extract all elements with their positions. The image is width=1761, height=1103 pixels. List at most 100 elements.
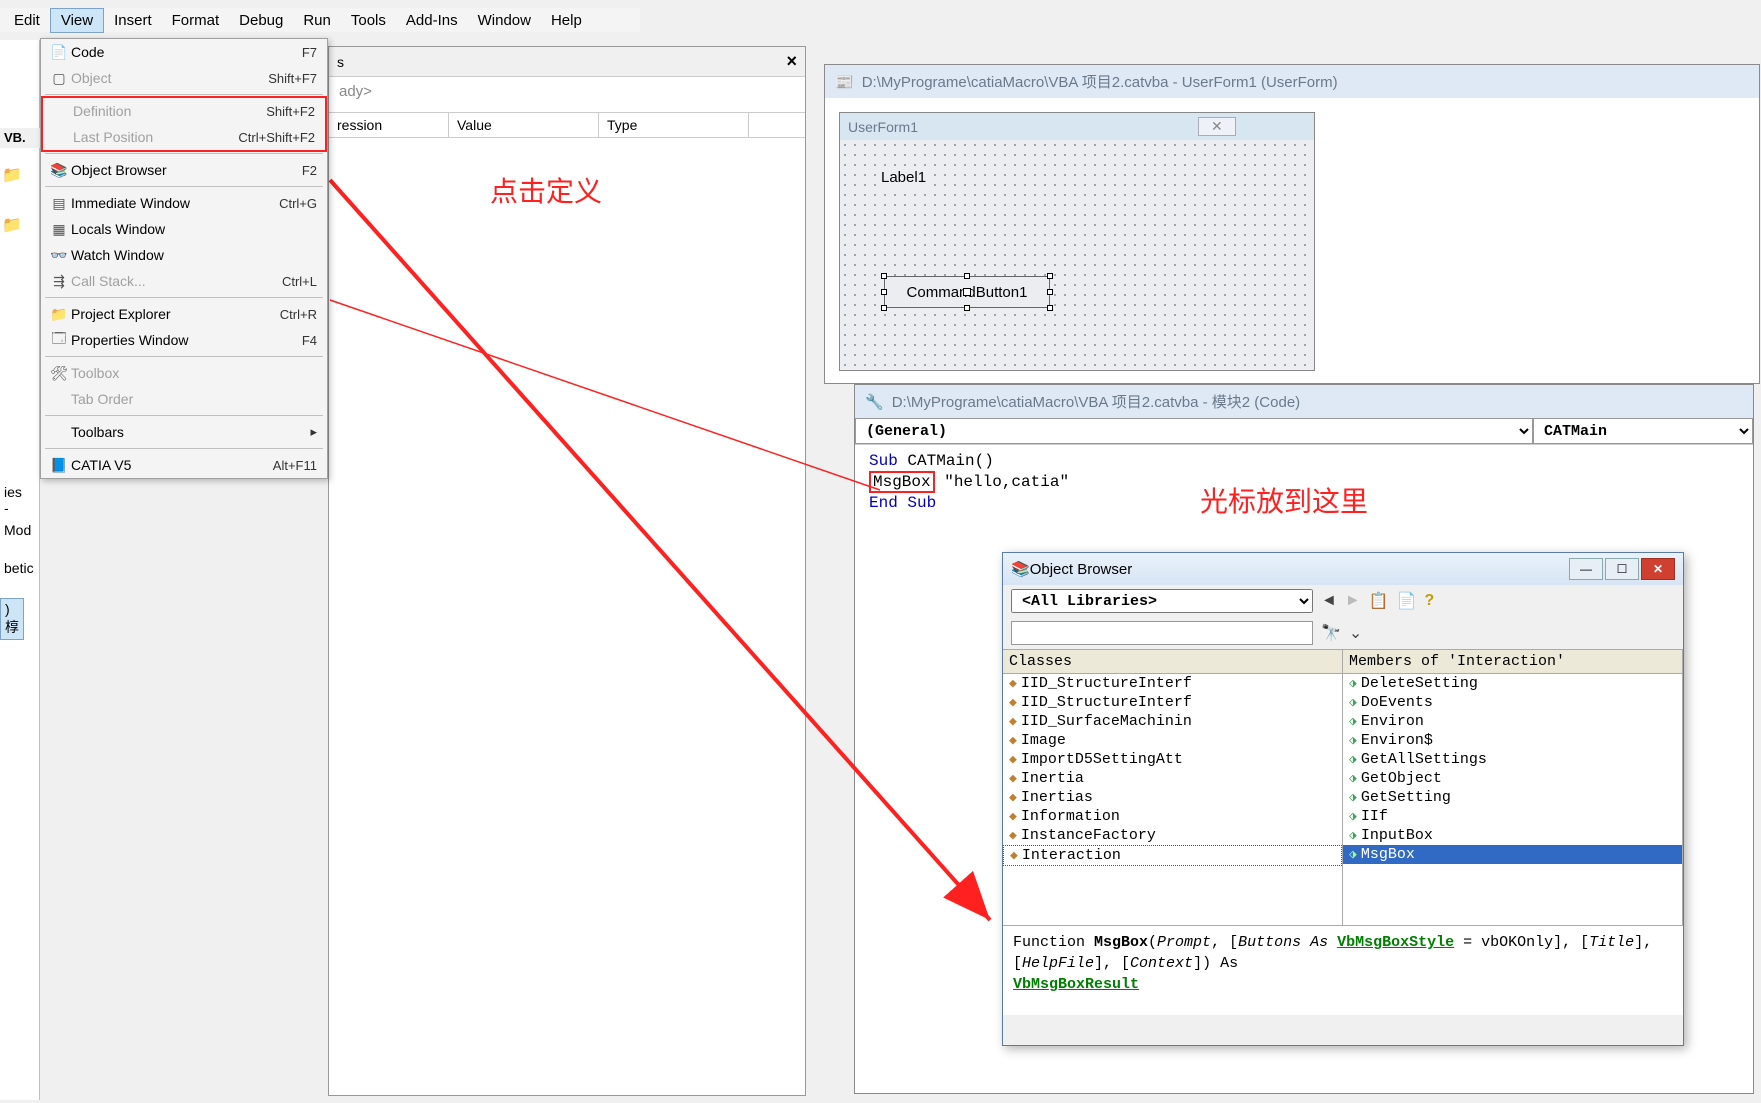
class-item[interactable]: ◆IID_SurfaceMachinin xyxy=(1003,712,1342,731)
menu-view[interactable]: View xyxy=(50,8,104,33)
maximize-button[interactable]: ☐ xyxy=(1605,558,1639,580)
method-icon: ⬗ xyxy=(1349,771,1357,786)
side-label-mod: Mod xyxy=(0,520,35,540)
class-icon: ◆ xyxy=(1009,733,1017,748)
menu-run[interactable]: Run xyxy=(293,9,341,32)
class-icon: ◆ xyxy=(1010,848,1018,863)
menu-edit[interactable]: Edit xyxy=(4,9,50,32)
menu-format[interactable]: Format xyxy=(162,9,230,32)
menu-item-catia[interactable]: 📘CATIA V5Alt+F11 xyxy=(41,452,327,478)
class-item[interactable]: ◆Inertias xyxy=(1003,788,1342,807)
watch-ready: ady> xyxy=(329,77,805,106)
method-icon: ⬗ xyxy=(1349,828,1357,843)
properties-icon: 🗔 xyxy=(47,330,71,350)
code-object-combo[interactable]: (General) xyxy=(855,418,1533,444)
menu-help[interactable]: Help xyxy=(541,9,592,32)
help-icon[interactable]: ? xyxy=(1425,592,1435,610)
code-window-icon: 🔧 xyxy=(865,393,884,411)
objbrowser-title: Object Browser xyxy=(1030,561,1569,578)
minimize-button[interactable]: — xyxy=(1569,558,1603,580)
form-window-icon: 📰 xyxy=(835,73,854,91)
close-button[interactable]: ✕ xyxy=(1641,558,1675,580)
form-window-title: D:\MyPrograme\catiaMacro\VBA 项目2.catvba … xyxy=(862,71,1338,92)
watch-icon: 👓 xyxy=(47,245,71,265)
projectexplorer-icon: 📁 xyxy=(47,304,71,324)
method-icon: ⬗ xyxy=(1349,733,1357,748)
commandbutton1-control[interactable]: CommandButton1 xyxy=(884,276,1050,308)
class-item[interactable]: ◆InstanceFactory xyxy=(1003,826,1342,845)
class-icon: ◆ xyxy=(1009,714,1017,729)
menu-item-toolbox: 🛠Toolbox xyxy=(41,360,327,386)
objbrowser-detail: Function MsgBox(Prompt, [Buttons As VbMs… xyxy=(1003,925,1683,1015)
folder-icon[interactable]: 📁 xyxy=(2,210,22,240)
menu-tools[interactable]: Tools xyxy=(341,9,396,32)
close-icon[interactable]: × xyxy=(786,51,797,72)
userform-close-button[interactable]: ✕ xyxy=(1198,117,1236,136)
menu-item-objectbrowser[interactable]: 📚Object BrowserF2 xyxy=(41,157,327,183)
menu-item-locals[interactable]: ▦Locals Window xyxy=(41,216,327,242)
member-item[interactable]: ⬗Environ$ xyxy=(1343,731,1682,750)
member-item[interactable]: ⬗GetObject xyxy=(1343,769,1682,788)
copy-icon[interactable]: 📋 xyxy=(1369,591,1389,611)
menu-item-properties[interactable]: 🗔Properties WindowF4 xyxy=(41,327,327,353)
menu-item-taborder: Tab Order xyxy=(41,386,327,412)
class-item[interactable]: ◆ImportD5SettingAtt xyxy=(1003,750,1342,769)
search-input[interactable] xyxy=(1011,621,1313,645)
label1-control[interactable]: Label1 xyxy=(878,168,929,187)
menu-debug[interactable]: Debug xyxy=(229,9,293,32)
side-label-selected[interactable]: ) 椁 xyxy=(0,598,24,640)
method-icon: ⬗ xyxy=(1349,752,1357,767)
code-icon: 📄 xyxy=(47,42,71,62)
member-item[interactable]: ⬗Environ xyxy=(1343,712,1682,731)
class-icon: ◆ xyxy=(1009,752,1017,767)
col-expression[interactable]: ression xyxy=(329,113,449,137)
userform-designer[interactable]: UserForm1 ✕ Label1 CommandButton1 xyxy=(839,112,1315,371)
member-item[interactable]: ⬗IIf xyxy=(1343,807,1682,826)
object-icon: ▢ xyxy=(47,68,71,88)
nav-back-icon[interactable]: ◄ xyxy=(1321,592,1337,610)
class-item[interactable]: ◆Inertia xyxy=(1003,769,1342,788)
class-item[interactable]: ◆IID_StructureInterf xyxy=(1003,693,1342,712)
code-proc-combo[interactable]: CATMain xyxy=(1533,418,1753,444)
member-item[interactable]: ⬗DoEvents xyxy=(1343,693,1682,712)
member-item-selected[interactable]: ⬗MsgBox xyxy=(1343,845,1682,864)
view-dropdown: 📄CodeF7 ▢ObjectShift+F7 DefinitionShift+… xyxy=(40,38,328,479)
col-value[interactable]: Value xyxy=(449,113,599,137)
menu-window[interactable]: Window xyxy=(468,9,541,32)
immediate-icon: ▤ xyxy=(47,193,71,213)
menubar: Edit View Insert Format Debug Run Tools … xyxy=(0,8,640,32)
object-browser-window: 📚 Object Browser — ☐ ✕ <All Libraries> ◄… xyxy=(1002,552,1684,1046)
view-def-icon[interactable]: 📄 xyxy=(1397,591,1417,611)
library-combo[interactable]: <All Libraries> xyxy=(1011,589,1313,613)
class-item[interactable]: ◆IID_StructureInterf xyxy=(1003,674,1342,693)
member-item[interactable]: ⬗GetSetting xyxy=(1343,788,1682,807)
member-item[interactable]: ⬗GetAllSettings xyxy=(1343,750,1682,769)
menu-item-projectexplorer[interactable]: 📁Project ExplorerCtrl+R xyxy=(41,301,327,327)
class-item-selected[interactable]: ◆Interaction xyxy=(1003,845,1342,866)
col-type[interactable]: Type xyxy=(599,113,749,137)
class-item[interactable]: ◆Information xyxy=(1003,807,1342,826)
method-icon: ⬗ xyxy=(1349,809,1357,824)
menu-item-watch[interactable]: 👓Watch Window xyxy=(41,242,327,268)
method-icon: ⬗ xyxy=(1349,676,1357,691)
binoculars-icon[interactable]: 🔭 xyxy=(1321,623,1341,643)
toolbox-icon: 🛠 xyxy=(47,363,71,383)
nav-fwd-icon[interactable]: ► xyxy=(1345,592,1361,610)
menu-item-toolbars[interactable]: Toolbars▸ xyxy=(41,419,327,445)
menu-addins[interactable]: Add-Ins xyxy=(396,9,468,32)
menu-item-lastposition: Last PositionCtrl+Shift+F2 xyxy=(43,124,325,150)
member-item[interactable]: ⬗DeleteSetting xyxy=(1343,674,1682,693)
menu-item-code[interactable]: 📄CodeF7 xyxy=(41,39,327,65)
menu-item-object: ▢ObjectShift+F7 xyxy=(41,65,327,91)
folder-icon[interactable]: 📁 xyxy=(2,160,22,190)
menu-insert[interactable]: Insert xyxy=(104,9,162,32)
left-vb-label: VB. xyxy=(0,128,40,148)
class-item[interactable]: ◆Image xyxy=(1003,731,1342,750)
userform-caption: UserForm1 xyxy=(848,119,918,135)
annotation-click-definition: 点击定义 xyxy=(490,170,602,210)
menu-item-immediate[interactable]: ▤Immediate WindowCtrl+G xyxy=(41,190,327,216)
method-icon: ⬗ xyxy=(1349,714,1357,729)
member-item[interactable]: ⬗InputBox xyxy=(1343,826,1682,845)
class-icon: ◆ xyxy=(1009,771,1017,786)
expand-icon[interactable]: ⌄ xyxy=(1349,623,1362,643)
